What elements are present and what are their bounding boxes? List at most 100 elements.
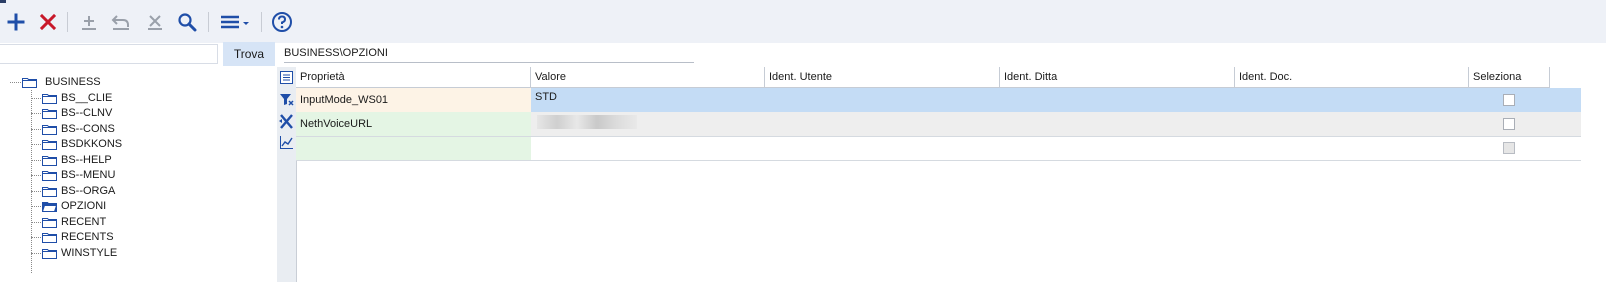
tree-connector — [31, 221, 41, 223]
list-icon[interactable] — [279, 70, 294, 85]
search-button[interactable] — [173, 8, 201, 36]
tree-item-label: BS--ORGA — [61, 185, 116, 197]
select-checkbox[interactable] — [1503, 142, 1515, 154]
tree-item[interactable]: BSDKKONS — [31, 136, 122, 152]
toolbar-separator — [261, 12, 262, 32]
help-button[interactable] — [268, 8, 296, 36]
cell-ident-utente[interactable] — [765, 137, 1000, 160]
cell-valore[interactable] — [531, 137, 765, 160]
tree-connector — [31, 128, 41, 130]
tree-item-label: WINSTYLE — [61, 247, 118, 259]
window-corner-mark — [0, 0, 6, 3]
add-button[interactable] — [2, 8, 30, 36]
cell-ident-doc[interactable] — [1235, 88, 1469, 112]
cell-valore[interactable]: STD — [531, 88, 765, 112]
tree-item[interactable]: BS--HELP — [31, 152, 112, 168]
folder-tree: BUSINESS BS__CLIE BS--CLNV BS--CONS BSDK… — [0, 72, 278, 282]
tree-item-selected[interactable]: OPZIONI — [31, 198, 106, 214]
filter-icon[interactable] — [279, 92, 294, 107]
tree-item[interactable]: WINSTYLE — [31, 245, 117, 261]
select-checkbox[interactable] — [1503, 118, 1515, 130]
toolbar-separator — [208, 12, 209, 32]
column-header-seleziona[interactable]: Seleziona — [1469, 67, 1550, 88]
toolbar — [0, 0, 1606, 43]
current-path: BUSINESS\OPZIONI — [284, 45, 694, 63]
tree-item-label: BS--MENU — [61, 169, 116, 181]
tree-item[interactable]: BS--MENU — [31, 167, 115, 183]
toolbar-separator — [67, 12, 68, 32]
tree-connector — [31, 252, 41, 254]
clear-filter-icon[interactable] — [279, 114, 294, 129]
search-input[interactable] — [0, 44, 218, 64]
folder-icon — [42, 248, 57, 259]
tree-item-label: BSDKKONS — [61, 138, 123, 150]
folder-icon — [42, 217, 57, 228]
search-icon — [178, 13, 197, 32]
tree-item-label: RECENT — [61, 216, 107, 228]
tree-item-label: BS--CONS — [61, 123, 115, 135]
cell-ident-ditta[interactable] — [1000, 137, 1235, 160]
folder-icon — [42, 170, 57, 181]
tree-connector — [31, 112, 41, 114]
tree-item[interactable]: BS--ORGA — [31, 183, 115, 199]
tree-connector — [31, 174, 41, 176]
insert-icon — [82, 16, 96, 30]
tree-item[interactable]: BS__CLIE — [31, 90, 112, 106]
delete-icon — [39, 13, 57, 31]
tree-connector — [31, 190, 41, 192]
cell-proprieta[interactable]: NethVoiceURL — [296, 112, 531, 136]
cell-ident-utente[interactable] — [765, 88, 1000, 112]
folder-open-icon — [22, 77, 37, 88]
cell-proprieta[interactable] — [296, 137, 531, 160]
properties-grid: Proprietà Valore Ident. Utente Ident. Di… — [277, 67, 1606, 282]
tree-item-label: OPZIONI — [61, 200, 107, 212]
help-icon — [272, 12, 292, 32]
tree-connector — [31, 97, 41, 99]
cell-ident-doc[interactable] — [1235, 137, 1469, 160]
folder-icon — [42, 124, 57, 135]
cell-ident-ditta[interactable] — [1000, 88, 1235, 112]
delete-button[interactable] — [34, 8, 62, 36]
folder-icon — [42, 108, 57, 119]
tree-connector — [31, 143, 41, 145]
tree-connector — [31, 159, 41, 161]
tree-connector — [10, 82, 21, 83]
chart-icon[interactable] — [279, 135, 294, 150]
tree-item[interactable]: RECENT — [31, 214, 106, 230]
cell-ident-utente[interactable] — [765, 112, 1000, 136]
folder-icon — [42, 232, 57, 243]
redacted-value — [537, 115, 637, 129]
column-header-proprieta[interactable]: Proprietà — [296, 67, 531, 88]
tree-root-business[interactable]: BUSINESS — [22, 74, 101, 90]
select-checkbox[interactable] — [1503, 94, 1515, 106]
undo-icon — [111, 15, 129, 30]
column-header-ident-utente[interactable]: Ident. Utente — [765, 67, 1000, 88]
column-header-ident-ditta[interactable]: Ident. Ditta — [1000, 67, 1235, 88]
remove-button[interactable] — [141, 8, 169, 36]
table-row-new[interactable] — [296, 137, 1581, 161]
folder-icon — [42, 186, 57, 197]
tree-connector — [31, 236, 41, 238]
menu-icon — [221, 15, 249, 29]
tree-item-label: RECENTS — [61, 231, 114, 243]
tree-item[interactable]: BS--CONS — [31, 121, 115, 137]
tree-item[interactable]: BS--CLNV — [31, 105, 112, 121]
undo-button[interactable] — [107, 8, 135, 36]
column-header-ident-doc[interactable]: Ident. Doc. — [1235, 67, 1469, 88]
cell-valore-redacted[interactable] — [531, 112, 765, 136]
tree-item[interactable]: RECENTS — [31, 229, 114, 245]
column-header-valore[interactable]: Valore — [531, 67, 765, 88]
grid-side-toolbar — [277, 67, 297, 282]
insert-button[interactable] — [75, 8, 103, 36]
trova-button[interactable]: Trova — [223, 42, 275, 66]
menu-button[interactable] — [218, 8, 254, 36]
cell-ident-ditta[interactable] — [1000, 112, 1235, 136]
folder-icon — [42, 139, 57, 150]
remove-icon — [148, 15, 162, 30]
cell-proprieta[interactable]: InputMode_WS01 — [296, 88, 531, 112]
tree-item-label: BS__CLIE — [61, 92, 113, 104]
folder-icon — [42, 93, 57, 104]
table-row[interactable]: NethVoiceURL — [296, 112, 1581, 137]
cell-ident-doc[interactable] — [1235, 112, 1469, 136]
table-row[interactable]: InputMode_WS01 STD — [296, 88, 1581, 112]
